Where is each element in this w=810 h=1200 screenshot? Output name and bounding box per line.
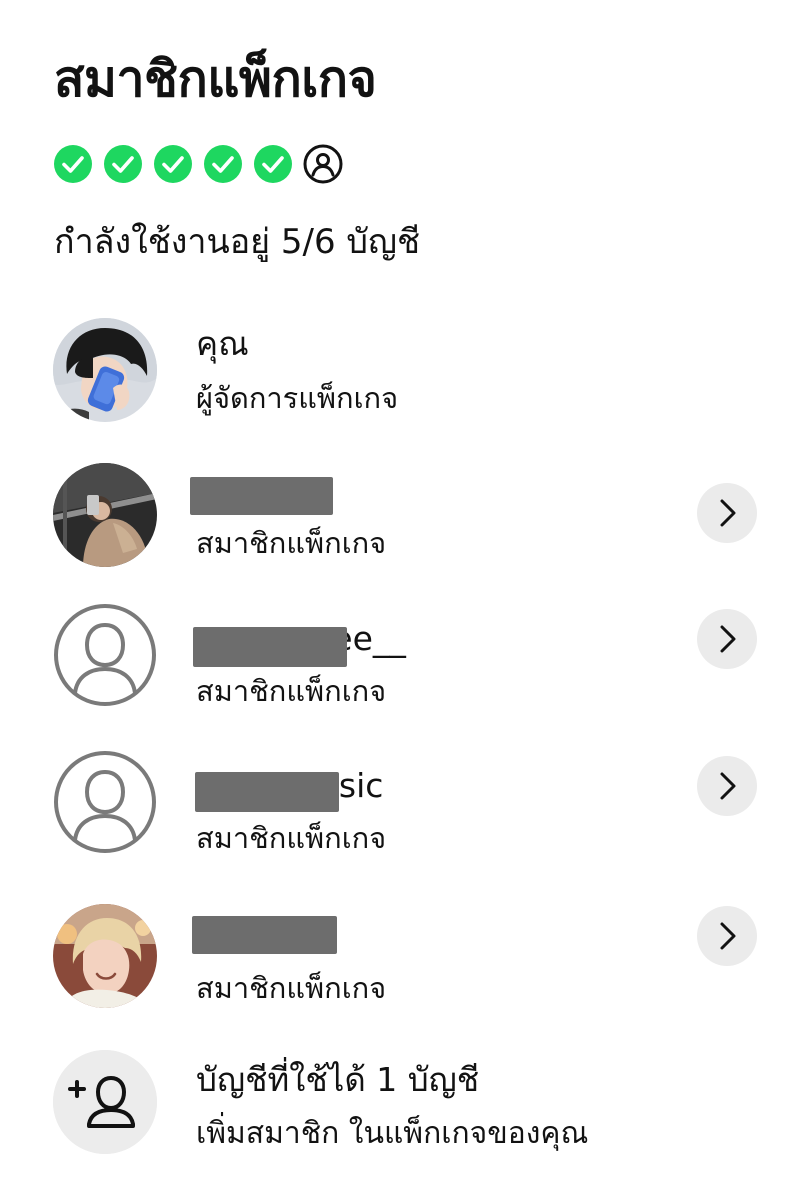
check-circle-icon xyxy=(254,145,292,183)
member-row[interactable]: eee__ สมาชิกแพ็กเกจ xyxy=(0,603,810,713)
add-member-subtitle: เพิ่มสมาชิก ในแพ็กเกจของคุณ xyxy=(196,1116,589,1151)
member-role: สมาชิกแพ็กเกจ xyxy=(196,971,387,1005)
avatar xyxy=(53,318,157,422)
chevron-right-icon xyxy=(720,499,736,527)
chevron-right-button[interactable] xyxy=(697,609,757,669)
default-user-icon xyxy=(53,603,157,707)
default-user-icon xyxy=(53,750,157,854)
member-row[interactable]: สมาชิกแพ็กเกจ xyxy=(0,463,810,573)
chevron-right-button[interactable] xyxy=(697,756,757,816)
page-title: สมาชิกแพ็กเกจ xyxy=(54,50,377,108)
check-circle-icon xyxy=(54,145,92,183)
chevron-right-icon xyxy=(720,922,736,950)
add-member-row[interactable]: บัญชีที่ใช้ได้ 1 บัญชี เพิ่มสมาชิก ในแพ็… xyxy=(0,1050,810,1160)
redacted-name xyxy=(192,916,337,954)
chevron-right-icon xyxy=(720,625,736,653)
redacted-name xyxy=(195,772,339,812)
member-role: สมาชิกแพ็กเกจ xyxy=(196,526,387,560)
user-circle-icon xyxy=(303,144,343,184)
add-user-icon xyxy=(53,1050,157,1154)
member-row[interactable]: สมาชิกแพ็กเกจ xyxy=(0,904,810,1014)
chevron-right-button[interactable] xyxy=(697,906,757,966)
avatar xyxy=(53,463,157,567)
member-role: สมาชิกแพ็กเกจ xyxy=(196,821,387,855)
member-slots xyxy=(53,144,343,184)
check-circle-icon xyxy=(154,145,192,183)
avatar xyxy=(53,904,157,1008)
redacted-name xyxy=(193,627,347,667)
chevron-right-button[interactable] xyxy=(697,483,757,543)
member-role: ผู้จัดการแพ็กเกจ xyxy=(196,381,399,415)
check-circle-icon xyxy=(104,145,142,183)
member-name: คุณ xyxy=(196,324,249,363)
member-row-owner: คุณ ผู้จัดการแพ็กเกจ xyxy=(0,318,810,428)
member-role: สมาชิกแพ็กเกจ xyxy=(196,674,387,708)
available-slots-title: บัญชีที่ใช้ได้ 1 บัญชี xyxy=(196,1060,480,1099)
check-circle-icon xyxy=(204,145,242,183)
chevron-right-icon xyxy=(720,772,736,800)
redacted-name xyxy=(190,477,333,515)
member-row[interactable]: usic สมาชิกแพ็กเกจ xyxy=(0,750,810,860)
usage-status: กำลังใช้งานอยู่ 5/6 บัญชี xyxy=(54,222,421,262)
